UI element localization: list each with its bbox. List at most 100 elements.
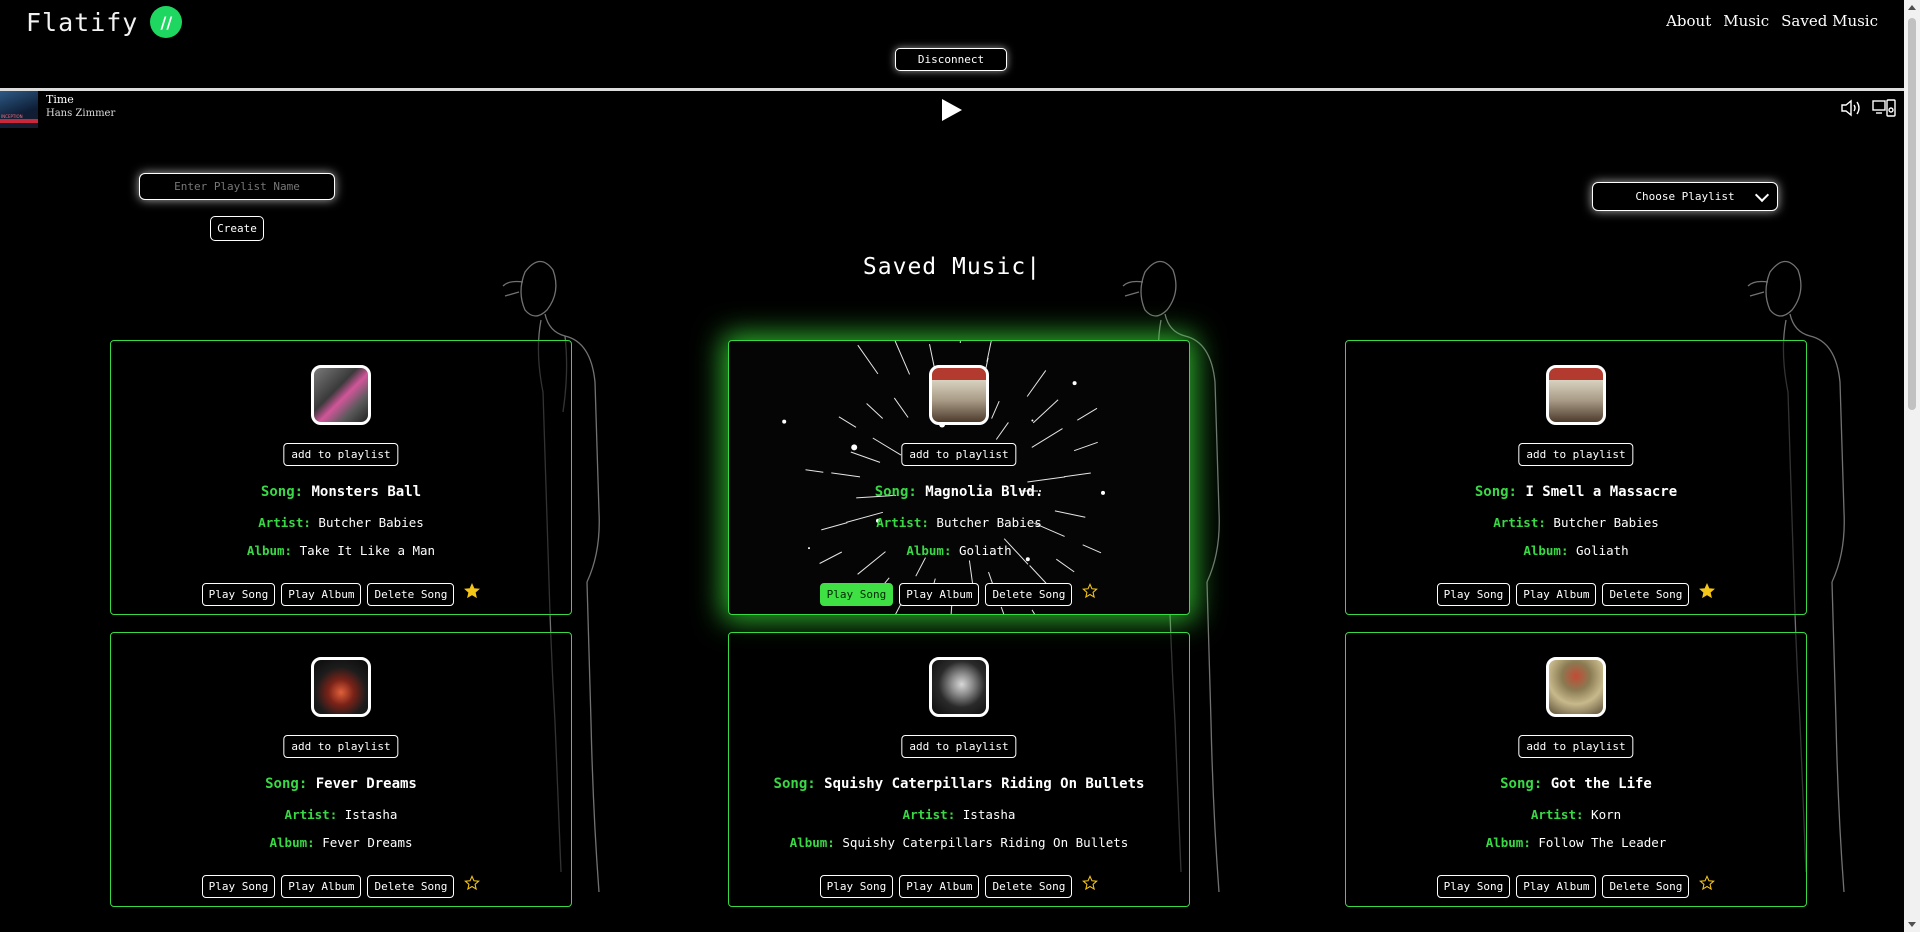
play-song-button[interactable]: Play Song — [201, 583, 276, 606]
artist-row: Artist: Istasha — [111, 807, 571, 822]
song-card: add to playlist Song: Magnolia Blvd. Art… — [728, 340, 1190, 615]
artist-row: Artist: Istasha — [729, 807, 1189, 822]
delete-song-button[interactable]: Delete Song — [985, 583, 1073, 606]
playlist-name-input[interactable] — [139, 173, 335, 200]
nav-music[interactable]: Music — [1723, 12, 1769, 30]
play-song-button[interactable]: Play Song — [201, 875, 276, 898]
add-to-playlist-button[interactable]: add to playlist — [283, 443, 399, 466]
song-title: I Smell a Massacre — [1525, 484, 1678, 500]
delete-song-button[interactable]: Delete Song — [985, 875, 1073, 898]
favorite-star-icon[interactable] — [1699, 874, 1716, 891]
album-name: Goliath — [959, 543, 1012, 558]
album-row: Album: Squishy Caterpillars Riding On Bu… — [729, 835, 1189, 850]
album-cover — [929, 657, 989, 717]
disconnect-button[interactable]: Disconnect — [895, 48, 1007, 71]
play-album-button[interactable]: Play Album — [899, 875, 980, 898]
song-card: add to playlist Song: Got the Life Artis… — [1345, 632, 1807, 907]
album-label: Album: — [1485, 835, 1531, 850]
song-row: Song: Monsters Ball — [111, 484, 571, 500]
play-album-button[interactable]: Play Album — [281, 583, 362, 606]
choose-playlist-select[interactable]: Choose Playlist — [1592, 182, 1778, 211]
play-song-button[interactable]: Play Song — [819, 583, 894, 606]
play-album-button[interactable]: Play Album — [899, 583, 980, 606]
player-bar: INCEPTION Time Hans Zimmer — [0, 90, 1904, 128]
now-playing-title: Time — [46, 93, 74, 106]
create-playlist-button[interactable]: Create — [210, 216, 264, 241]
delete-song-button[interactable]: Delete Song — [367, 875, 455, 898]
choose-playlist-label: Choose Playlist — [1635, 190, 1735, 203]
artist-label: Artist: — [1530, 807, 1584, 822]
add-to-playlist-button[interactable]: add to playlist — [901, 735, 1017, 758]
song-card: add to playlist Song: Squishy Caterpilla… — [728, 632, 1190, 907]
now-playing-artist: Hans Zimmer — [46, 108, 116, 119]
album-row: Album: Goliath — [1346, 543, 1806, 558]
scroll-up-icon[interactable] — [1908, 5, 1916, 10]
song-title: Squishy Caterpillars Riding On Bullets — [824, 776, 1145, 792]
album-cover — [1546, 657, 1606, 717]
page-scrollbar[interactable] — [1904, 0, 1920, 932]
brand[interactable]: Flatify // — [26, 6, 183, 38]
nav-saved-music[interactable]: Saved Music — [1781, 12, 1878, 30]
play-icon[interactable] — [938, 97, 964, 123]
connect-device-icon[interactable] — [1872, 98, 1896, 118]
album-row: Album: Follow The Leader — [1346, 835, 1806, 850]
song-title: Magnolia Blvd. — [925, 484, 1044, 500]
now-playing-cover: INCEPTION — [0, 91, 38, 128]
album-row: Album: Goliath — [729, 543, 1189, 558]
artist-row: Artist: Butcher Babies — [1346, 515, 1806, 530]
now-playing-cover-text: INCEPTION — [1, 114, 23, 119]
song-label: Song: — [773, 776, 816, 792]
song-row: Song: I Smell a Massacre — [1346, 484, 1806, 500]
album-cover — [929, 365, 989, 425]
artist-label: Artist: — [258, 515, 311, 530]
play-album-button[interactable]: Play Album — [1516, 875, 1597, 898]
song-card: add to playlist Song: Monsters Ball Arti… — [110, 340, 572, 615]
add-to-playlist-button[interactable]: add to playlist — [901, 443, 1017, 466]
delete-song-button[interactable]: Delete Song — [1602, 583, 1690, 606]
favorite-star-icon[interactable] — [1082, 874, 1099, 891]
play-song-button[interactable]: Play Song — [1436, 583, 1511, 606]
favorite-star-icon[interactable] — [464, 874, 481, 891]
album-row: Album: Fever Dreams — [111, 835, 571, 850]
add-to-playlist-button[interactable]: add to playlist — [1518, 735, 1634, 758]
scroll-thumb[interactable] — [1908, 18, 1916, 410]
play-song-button[interactable]: Play Song — [1436, 875, 1511, 898]
card-actions: Play Song Play Album Delete Song — [1346, 582, 1806, 606]
favorite-star-icon[interactable] — [1699, 582, 1716, 599]
nav-about[interactable]: About — [1666, 12, 1711, 30]
delete-song-button[interactable]: Delete Song — [1602, 875, 1690, 898]
play-song-button[interactable]: Play Song — [819, 875, 894, 898]
album-label: Album: — [906, 543, 952, 558]
album-cover — [311, 657, 371, 717]
play-album-button[interactable]: Play Album — [281, 875, 362, 898]
song-title: Got the Life — [1550, 776, 1652, 792]
favorite-star-icon[interactable] — [1082, 582, 1099, 599]
volume-icon[interactable] — [1840, 98, 1862, 118]
delete-song-button[interactable]: Delete Song — [367, 583, 455, 606]
chevron-down-icon — [1754, 187, 1770, 203]
brand-name: Flatify — [26, 7, 139, 37]
song-label: Song: — [1474, 484, 1517, 500]
add-to-playlist-button[interactable]: add to playlist — [1518, 443, 1634, 466]
song-label: Song: — [1500, 776, 1543, 792]
artist-label: Artist: — [1493, 515, 1546, 530]
card-actions: Play Song Play Album Delete Song — [111, 582, 571, 606]
song-title: Fever Dreams — [315, 776, 417, 792]
song-row: Song: Squishy Caterpillars Riding On Bul… — [729, 776, 1189, 792]
album-label: Album: — [1523, 543, 1569, 558]
play-album-button[interactable]: Play Album — [1516, 583, 1597, 606]
song-row: Song: Fever Dreams — [111, 776, 571, 792]
album-label: Album: — [246, 543, 293, 558]
favorite-star-icon[interactable] — [464, 582, 481, 599]
song-label: Song: — [265, 776, 308, 792]
artist-row: Artist: Korn — [1346, 807, 1806, 822]
album-name: Follow The Leader — [1538, 835, 1667, 850]
scroll-down-icon[interactable] — [1908, 922, 1916, 927]
artist-label: Artist: — [876, 515, 929, 530]
album-label: Album: — [789, 835, 835, 850]
song-row: Song: Magnolia Blvd. — [729, 484, 1189, 500]
album-row: Album: Take It Like a Man — [111, 543, 571, 558]
add-to-playlist-button[interactable]: add to playlist — [283, 735, 399, 758]
artist-label: Artist: — [284, 807, 338, 822]
song-label: Song: — [874, 484, 917, 500]
